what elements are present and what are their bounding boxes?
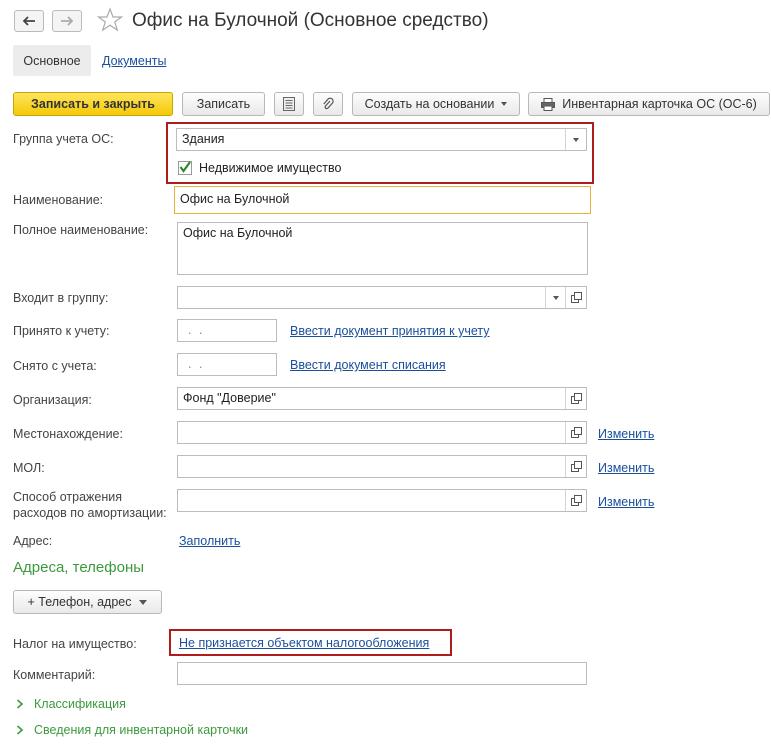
inventory-card-button[interactable]: Инвентарная карточка ОС (ОС-6) bbox=[528, 92, 770, 116]
save-and-close-button[interactable]: Записать и закрыть bbox=[13, 92, 173, 116]
parent-group-select[interactable] bbox=[177, 286, 587, 309]
create-based-on-label: Создать на основании bbox=[364, 97, 495, 111]
open-icon[interactable] bbox=[565, 388, 586, 409]
chevron-right-icon bbox=[16, 725, 24, 735]
removed-document-link[interactable]: Ввести документ списания bbox=[290, 358, 446, 372]
removed-label: Снято с учета: bbox=[13, 359, 97, 373]
group-label: Группа учета ОС: bbox=[13, 132, 114, 146]
checkmark-icon bbox=[179, 161, 191, 173]
forward-button[interactable] bbox=[52, 10, 82, 32]
document-list-icon bbox=[283, 97, 295, 111]
organization-select[interactable]: Фонд "Доверие" bbox=[177, 387, 587, 410]
paperclip-icon bbox=[323, 97, 334, 110]
back-button[interactable] bbox=[14, 10, 44, 32]
tab-main-label: Основное bbox=[23, 53, 81, 68]
accepted-date-value: . . bbox=[188, 323, 205, 337]
contacts-section-title: Адреса, телефоны bbox=[13, 559, 145, 576]
full-name-label: Полное наименование: bbox=[13, 223, 149, 237]
tab-main[interactable]: Основное bbox=[13, 45, 91, 76]
accepted-label: Принято к учету: bbox=[13, 324, 110, 338]
amortization-value bbox=[178, 490, 586, 496]
chevron-down-icon[interactable] bbox=[545, 287, 566, 308]
add-phone-address-button[interactable]: + Телефон, адрес bbox=[13, 590, 162, 614]
chevron-down-icon bbox=[501, 102, 508, 106]
comment-value bbox=[178, 663, 586, 669]
removed-date-value: . . bbox=[188, 357, 205, 371]
add-phone-address-label: + Телефон, адрес bbox=[27, 595, 132, 609]
inventory-info-label: Сведения для инвентарной карточки bbox=[34, 723, 249, 737]
location-select[interactable] bbox=[177, 421, 587, 444]
location-label: Местонахождение: bbox=[13, 427, 123, 441]
name-value: Офис на Булочной bbox=[180, 192, 290, 206]
favorite-star-icon[interactable] bbox=[96, 7, 124, 36]
page-title: Офис на Булочной (Основное средство) bbox=[132, 10, 489, 31]
classification-label: Классификация bbox=[34, 697, 126, 711]
open-icon[interactable] bbox=[565, 456, 586, 477]
printer-icon bbox=[541, 97, 556, 111]
save-and-close-label: Записать и закрыть bbox=[31, 97, 155, 111]
group-select[interactable]: Здания bbox=[176, 128, 587, 151]
tax-status-link[interactable]: Не признается объектом налогообложения bbox=[179, 636, 429, 650]
open-icon[interactable] bbox=[565, 490, 586, 511]
real-estate-label: Недвижимое имущество bbox=[199, 161, 342, 175]
change-location-link[interactable]: Изменить bbox=[598, 427, 654, 441]
name-input[interactable]: Офис на Булочной bbox=[174, 186, 591, 214]
attach-file-button[interactable] bbox=[313, 92, 343, 116]
comment-input[interactable] bbox=[177, 662, 587, 685]
accepted-document-link[interactable]: Ввести документ принятия к учету bbox=[290, 324, 490, 338]
real-estate-checkbox[interactable] bbox=[178, 161, 192, 175]
name-label: Наименование: bbox=[13, 193, 104, 207]
accepted-date-input[interactable]: . . bbox=[177, 319, 277, 342]
address-label: Адрес: bbox=[13, 534, 53, 548]
organization-value: Фонд "Доверие" bbox=[183, 391, 276, 405]
tab-documents[interactable]: Документы bbox=[102, 54, 166, 68]
change-mol-link[interactable]: Изменить bbox=[598, 461, 654, 475]
chevron-right-icon bbox=[16, 699, 24, 709]
full-name-value: Офис на Булочной bbox=[183, 226, 293, 240]
tax-label: Налог на имущество: bbox=[13, 637, 137, 651]
amortization-label-line1: Способ отражения bbox=[13, 490, 122, 504]
mol-value bbox=[178, 456, 586, 462]
arrow-left-icon bbox=[22, 16, 35, 26]
location-value bbox=[178, 422, 586, 428]
amortization-label-line2: расходов по амортизации: bbox=[13, 506, 167, 520]
inventory-card-label: Инвентарная карточка ОС (ОС-6) bbox=[562, 97, 757, 111]
removed-date-input[interactable]: . . bbox=[177, 353, 277, 376]
change-amortization-link[interactable]: Изменить bbox=[598, 495, 654, 509]
full-name-textarea[interactable]: Офис на Булочной bbox=[177, 222, 588, 275]
parent-group-value bbox=[178, 287, 586, 293]
open-icon[interactable] bbox=[565, 422, 586, 443]
parent-group-label: Входит в группу: bbox=[13, 291, 109, 305]
amortization-select[interactable] bbox=[177, 489, 587, 512]
mol-select[interactable] bbox=[177, 455, 587, 478]
report-button[interactable] bbox=[274, 92, 304, 116]
arrow-right-icon bbox=[61, 16, 74, 26]
inventory-info-group[interactable]: Сведения для инвентарной карточки bbox=[16, 723, 248, 737]
save-label: Записать bbox=[196, 97, 251, 111]
chevron-down-icon[interactable] bbox=[565, 129, 586, 150]
mol-label: МОЛ: bbox=[13, 461, 45, 475]
save-button[interactable]: Записать bbox=[182, 92, 265, 116]
comment-label: Комментарий: bbox=[13, 668, 96, 682]
create-based-on-button[interactable]: Создать на основании bbox=[352, 92, 520, 116]
chevron-down-icon bbox=[139, 599, 148, 605]
fill-address-link[interactable]: Заполнить bbox=[179, 534, 240, 548]
organization-label: Организация: bbox=[13, 393, 92, 407]
classification-group[interactable]: Классификация bbox=[16, 697, 126, 711]
group-value: Здания bbox=[182, 132, 225, 146]
open-icon[interactable] bbox=[565, 287, 586, 308]
